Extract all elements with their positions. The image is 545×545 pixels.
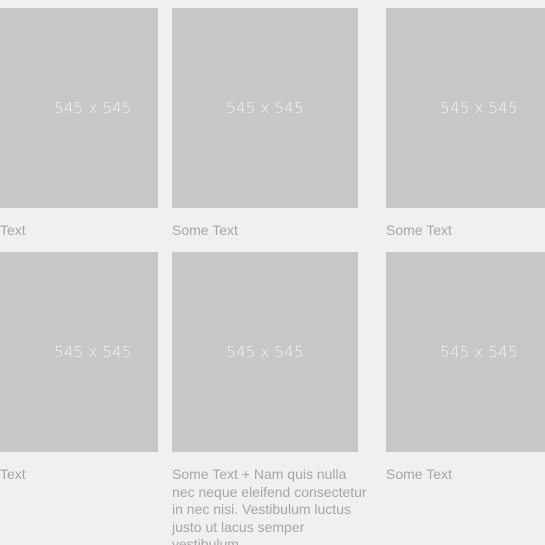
grid-card[interactable]: 545 x 545 Some Text + Nam quis nulla nec… <box>172 252 367 545</box>
grid-card[interactable]: 545 x 545 Some Text <box>172 8 358 240</box>
image-size-label: 545 x 545 <box>54 343 132 361</box>
image-size-label: 545 x 545 <box>226 343 304 361</box>
image-size-label: 545 x 545 <box>226 99 304 117</box>
image-size-label: 545 x 545 <box>440 343 518 361</box>
card-caption: Some Text <box>172 222 238 238</box>
image-grid-page: 545 x 545 Text 545 x 545 Some Text 545 x… <box>0 0 545 545</box>
image-placeholder[interactable]: 545 x 545 <box>386 252 545 452</box>
card-caption: Text <box>0 466 26 482</box>
image-size-label: 545 x 545 <box>54 99 132 117</box>
grid-card[interactable]: 545 x 545 Text <box>0 8 158 240</box>
card-caption: Some Text + Nam quis nulla nec neque ele… <box>172 466 367 545</box>
card-caption: Some Text <box>386 222 452 238</box>
image-placeholder[interactable]: 545 x 545 <box>0 252 158 452</box>
image-placeholder[interactable]: 545 x 545 <box>172 8 358 208</box>
image-placeholder[interactable]: 545 x 545 <box>0 8 158 208</box>
image-placeholder[interactable]: 545 x 545 <box>172 252 358 452</box>
grid-card[interactable]: 545 x 545 Some Text <box>386 252 545 484</box>
card-caption: Text <box>0 222 26 238</box>
grid-card[interactable]: 545 x 545 Text <box>0 252 158 484</box>
grid-card[interactable]: 545 x 545 Some Text <box>386 8 545 240</box>
card-caption: Some Text <box>386 466 452 482</box>
image-placeholder[interactable]: 545 x 545 <box>386 8 545 208</box>
image-size-label: 545 x 545 <box>440 99 518 117</box>
